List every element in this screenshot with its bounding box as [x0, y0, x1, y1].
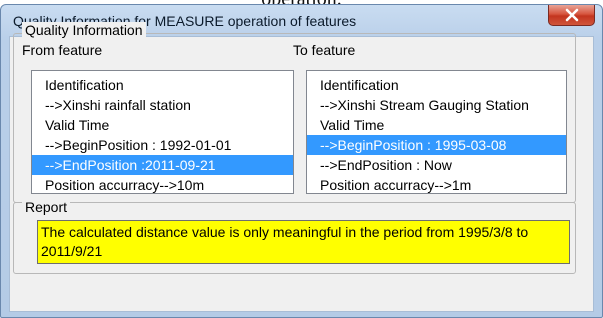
from-feature-listbox[interactable]: Identification -->Xinshi rainfall statio…: [31, 70, 294, 194]
to-feature-listbox[interactable]: Identification -->Xinshi Stream Gauging …: [306, 70, 567, 194]
close-x-icon: [565, 8, 579, 22]
from-feature-label: From feature: [22, 42, 103, 58]
to-feature-label: To feature: [293, 42, 356, 58]
quality-information-legend: Quality Information: [22, 22, 146, 38]
close-button[interactable]: [548, 5, 595, 26]
from-list-item[interactable]: Valid Time: [32, 115, 293, 135]
to-list-item[interactable]: Position accurracy-->1m: [307, 175, 566, 193]
report-legend: Report: [22, 199, 71, 215]
to-list-item[interactable]: -->Xinshi Stream Gauging Station: [307, 95, 566, 115]
from-list-item[interactable]: Identification: [32, 75, 293, 95]
from-list-item[interactable]: Position accurracy-->10m: [32, 175, 293, 193]
from-list-item[interactable]: -->Xinshi rainfall station: [32, 95, 293, 115]
to-list-item[interactable]: Valid Time: [307, 115, 566, 135]
to-list-item[interactable]: Identification: [307, 75, 566, 95]
from-list-item[interactable]: -->BeginPosition : 1992-01-01: [32, 135, 293, 155]
to-list-item[interactable]: -->EndPosition : Now: [307, 155, 566, 175]
from-list-item[interactable]: -->EndPosition :2011-09-21: [32, 155, 293, 175]
report-message-box: The calculated distance value is only me…: [37, 220, 570, 264]
to-list-item[interactable]: -->BeginPosition : 1995-03-08: [307, 135, 566, 155]
